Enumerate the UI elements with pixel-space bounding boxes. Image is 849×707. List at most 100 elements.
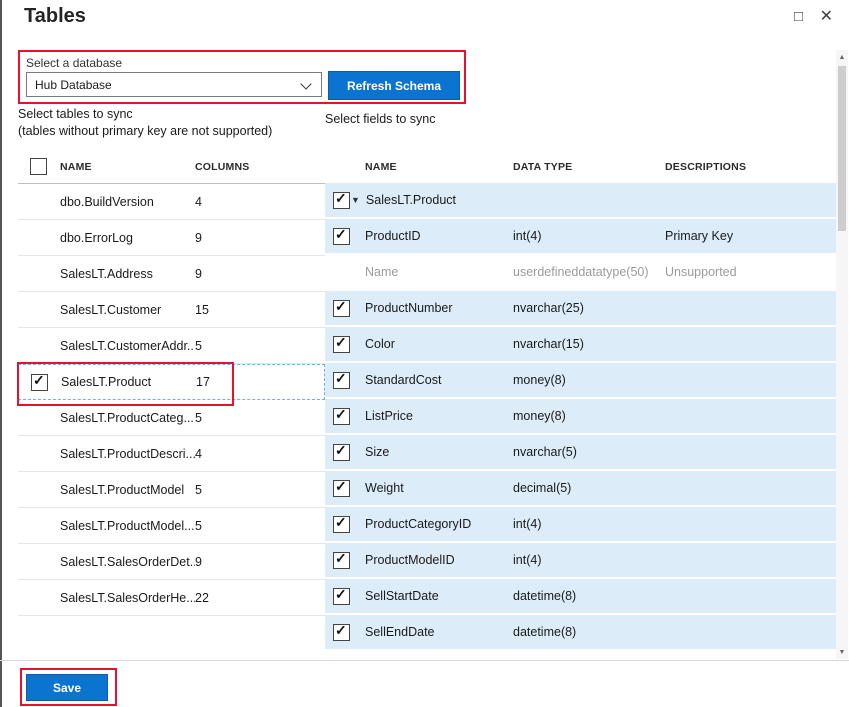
fields-header-name: NAME [351,161,513,173]
scrollbar-thumb[interactable] [838,66,846,231]
field-checkbox[interactable]: ✓ [333,336,350,353]
select-all-checkbox[interactable] [30,158,47,175]
field-row[interactable]: ✓ Color nvarchar(15) [325,327,836,363]
table-columns-count: 9 [195,231,325,245]
field-name: SellStartDate [351,589,513,603]
maximize-icon[interactable]: □ [794,9,803,24]
field-name: SalesLT.Product [366,193,456,207]
field-datatype: nvarchar(15) [513,337,665,351]
tables-heading: Select tables to sync (tables without pr… [18,106,272,140]
scroll-down-icon[interactable]: ▼ [836,645,848,659]
table-name: SalesLT.Address [60,267,195,281]
field-row-unsupported: Name userdefineddatatype(50) Unsupported [325,255,836,291]
field-row[interactable]: ✓ ProductNumber nvarchar(25) [325,291,836,327]
field-checkbox[interactable]: ✓ [333,552,350,569]
field-row[interactable]: ✓ StandardCost money(8) [325,363,836,399]
check-icon: ✓ [335,190,347,207]
field-datatype: int(4) [513,553,665,567]
table-name: dbo.ErrorLog [60,231,195,245]
field-datatype: decimal(5) [513,481,665,495]
field-datatype: nvarchar(5) [513,445,665,459]
field-checkbox[interactable]: ✓ [333,192,350,209]
check-icon: ✓ [335,478,347,495]
table-row[interactable]: SalesLT.ProductModel 5 [18,472,325,508]
fields-list: NAME DATA TYPE DESCRIPTIONS ✓ ▼ SalesLT.P… [325,150,836,651]
check-icon: ✓ [335,442,347,459]
field-checkbox[interactable]: ✓ [333,516,350,533]
table-row[interactable]: SalesLT.ProductModel... 5 [18,508,325,544]
field-checkbox[interactable]: ✓ [333,480,350,497]
field-name: ProductID [351,229,513,243]
table-row[interactable]: SalesLT.ProductCateg... 5 [18,400,325,436]
check-icon: ✓ [335,298,347,315]
table-row[interactable]: SalesLT.SalesOrderHe... 22 [18,580,325,616]
field-row[interactable]: ✓ Weight decimal(5) [325,471,836,507]
collapse-triangle-icon[interactable]: ▼ [351,195,360,205]
table-columns-count: 22 [195,591,325,605]
field-checkbox[interactable]: ✓ [333,372,350,389]
table-columns-count: 5 [195,411,325,425]
table-row[interactable]: dbo.ErrorLog 9 [18,220,325,256]
table-row[interactable]: SalesLT.SalesOrderDet... 9 [18,544,325,580]
tables-header-name: NAME [60,161,195,173]
field-name: Weight [351,481,513,495]
field-row[interactable]: ✓ ProductModelID int(4) [325,543,836,579]
field-row[interactable]: ✓ ProductCategoryID int(4) [325,507,836,543]
field-checkbox[interactable]: ✓ [333,300,350,317]
field-checkbox[interactable]: ✓ [333,624,350,641]
tables-blade: Tables □ ✕ Select a database Hub Databas… [0,0,849,707]
field-row[interactable]: ✓ SellEndDate datetime(8) [325,615,836,651]
check-icon: ✓ [335,622,347,639]
field-datatype: datetime(8) [513,625,665,639]
tables-header-columns: COLUMNS [195,161,325,173]
fields-header-row: NAME DATA TYPE DESCRIPTIONS [325,150,836,183]
refresh-schema-button[interactable]: Refresh Schema [328,71,460,100]
table-columns-count: 15 [195,303,325,317]
field-checkbox[interactable]: ✓ [333,228,350,245]
table-name: SalesLT.Product [61,375,196,389]
table-name: SalesLT.ProductDescri... [60,447,195,461]
table-row-selected[interactable]: ✓ SalesLT.Product 17 [18,364,325,400]
table-name: SalesLT.ProductModel [60,483,195,497]
field-row[interactable]: ✓ ProductID int(4) Primary Key [325,219,836,255]
table-columns-count: 9 [195,555,325,569]
field-checkbox[interactable]: ✓ [333,444,350,461]
field-checkbox[interactable]: ✓ [333,408,350,425]
select-database-label: Select a database [26,56,122,70]
field-row[interactable]: ✓ SellStartDate datetime(8) [325,579,836,615]
field-row[interactable]: ✓ Size nvarchar(5) [325,435,836,471]
table-name: SalesLT.ProductModel... [60,519,195,533]
chevron-down-icon [300,78,311,89]
close-icon[interactable]: ✕ [820,9,833,25]
field-group-row[interactable]: ✓ ▼ SalesLT.Product [325,183,836,219]
table-row[interactable]: SalesLT.Address 9 [18,256,325,292]
field-datatype: int(4) [513,229,665,243]
tables-heading-line2: (tables without primary key are not supp… [18,123,272,140]
table-name: SalesLT.SalesOrderDet... [60,555,195,569]
table-row[interactable]: SalesLT.Customer 15 [18,292,325,328]
field-datatype: nvarchar(25) [513,301,665,315]
check-icon: ✓ [335,370,347,387]
field-datatype: datetime(8) [513,589,665,603]
field-name: ProductCategoryID [351,517,513,531]
page-title: Tables [24,5,86,28]
table-name: SalesLT.ProductCateg... [60,411,195,425]
scroll-up-icon[interactable]: ▲ [836,50,848,64]
check-icon: ✓ [33,372,45,389]
row-checkbox[interactable]: ✓ [31,374,48,391]
table-row[interactable]: SalesLT.CustomerAddr... 5 [18,328,325,364]
field-name: Name [351,265,513,279]
field-name: StandardCost [351,373,513,387]
field-checkbox[interactable]: ✓ [333,588,350,605]
vertical-scrollbar[interactable]: ▲ ▼ [836,50,848,659]
table-name: SalesLT.SalesOrderHe... [60,591,195,605]
field-description: Unsupported [665,265,836,279]
fields-heading: Select fields to sync [325,112,435,126]
save-button[interactable]: Save [26,674,108,701]
table-name: SalesLT.CustomerAddr... [60,339,195,353]
table-row[interactable]: dbo.BuildVersion 4 [18,184,325,220]
database-dropdown[interactable]: Hub Database [26,72,322,97]
table-row[interactable]: SalesLT.ProductDescri... 4 [18,436,325,472]
field-datatype: int(4) [513,517,665,531]
field-row[interactable]: ✓ ListPrice money(8) [325,399,836,435]
